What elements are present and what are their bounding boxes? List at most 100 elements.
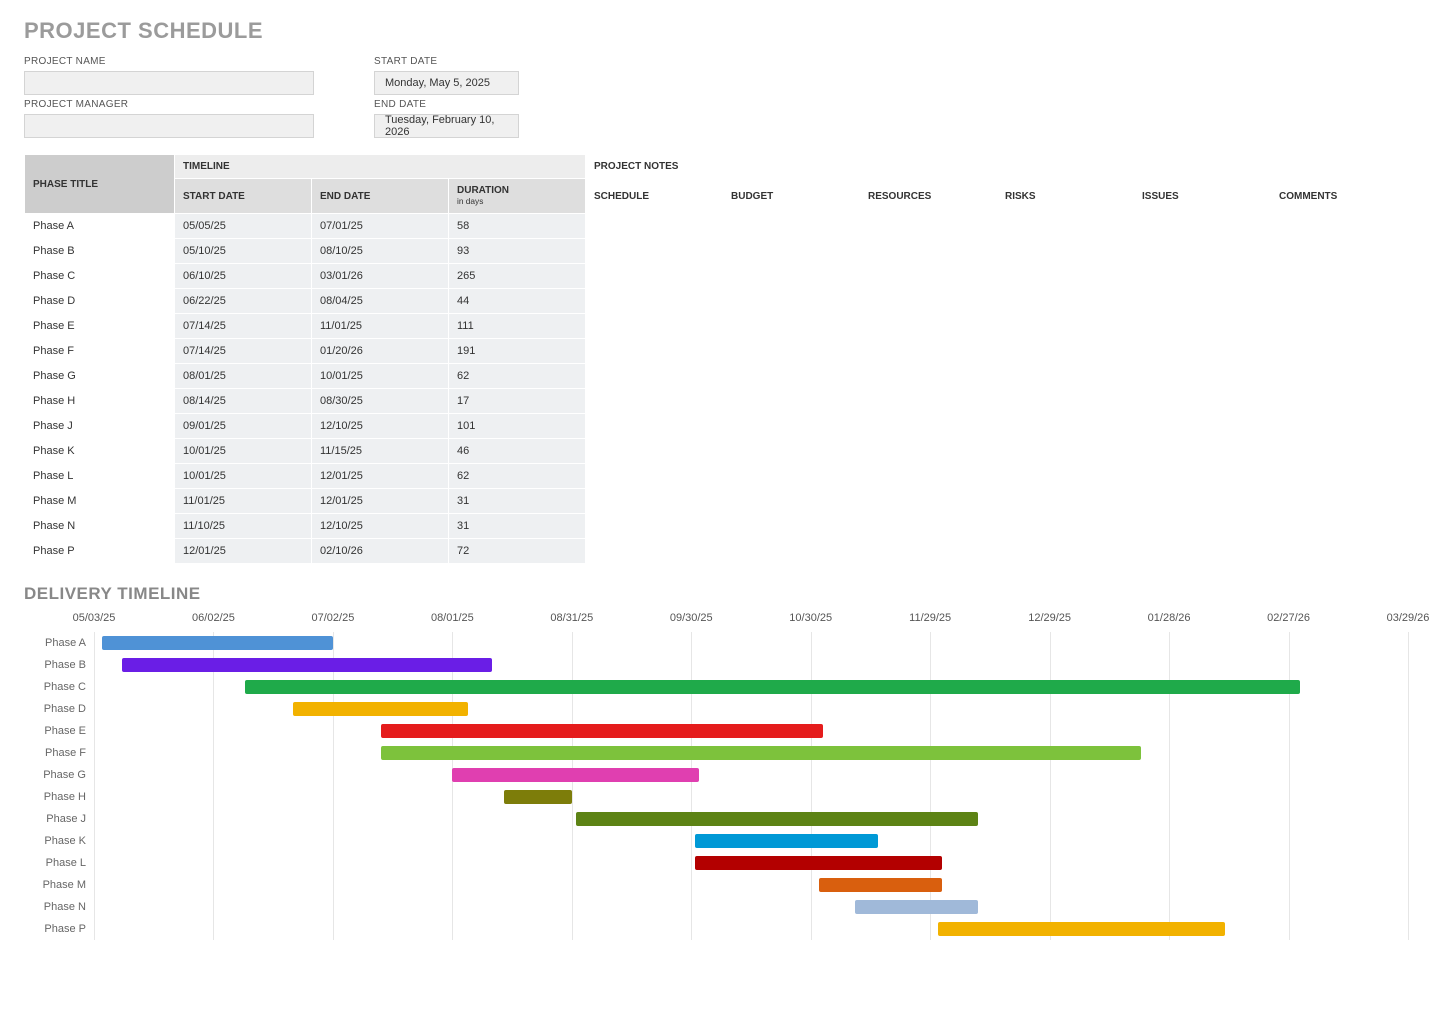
resources-cell[interactable] — [860, 539, 997, 564]
start-date-cell[interactable]: 07/14/25 — [175, 314, 312, 339]
start-date-cell[interactable]: 10/01/25 — [175, 439, 312, 464]
start-date-cell[interactable]: 05/05/25 — [175, 214, 312, 239]
start-date-cell[interactable]: 11/10/25 — [175, 514, 312, 539]
start-date-cell[interactable]: 07/14/25 — [175, 339, 312, 364]
schedule-cell[interactable] — [586, 289, 723, 314]
start-date-cell[interactable]: 10/01/25 — [175, 464, 312, 489]
issues-cell[interactable] — [1134, 214, 1271, 239]
budget-cell[interactable] — [723, 314, 860, 339]
schedule-cell[interactable] — [586, 539, 723, 564]
phase-title-cell[interactable]: Phase J — [25, 414, 175, 439]
comments-cell[interactable] — [1271, 264, 1408, 289]
comments-cell[interactable] — [1271, 289, 1408, 314]
schedule-cell[interactable] — [586, 514, 723, 539]
end-date-cell[interactable]: 12/10/25 — [312, 514, 449, 539]
schedule-cell[interactable] — [586, 439, 723, 464]
end-date-cell[interactable]: 12/01/25 — [312, 489, 449, 514]
end-date-input[interactable]: Tuesday, February 10, 2026 — [374, 114, 519, 138]
start-date-cell[interactable]: 06/22/25 — [175, 289, 312, 314]
issues-cell[interactable] — [1134, 239, 1271, 264]
issues-cell[interactable] — [1134, 339, 1271, 364]
budget-cell[interactable] — [723, 489, 860, 514]
risks-cell[interactable] — [997, 439, 1134, 464]
resources-cell[interactable] — [860, 314, 997, 339]
comments-cell[interactable] — [1271, 439, 1408, 464]
resources-cell[interactable] — [860, 339, 997, 364]
start-date-cell[interactable]: 06/10/25 — [175, 264, 312, 289]
end-date-cell[interactable]: 11/01/25 — [312, 314, 449, 339]
comments-cell[interactable] — [1271, 539, 1408, 564]
issues-cell[interactable] — [1134, 264, 1271, 289]
issues-cell[interactable] — [1134, 389, 1271, 414]
phase-title-cell[interactable]: Phase D — [25, 289, 175, 314]
budget-cell[interactable] — [723, 539, 860, 564]
risks-cell[interactable] — [997, 464, 1134, 489]
risks-cell[interactable] — [997, 264, 1134, 289]
budget-cell[interactable] — [723, 439, 860, 464]
project-manager-input[interactable] — [24, 114, 314, 138]
start-date-input[interactable]: Monday, May 5, 2025 — [374, 71, 519, 95]
comments-cell[interactable] — [1271, 414, 1408, 439]
phase-title-cell[interactable]: Phase A — [25, 214, 175, 239]
end-date-cell[interactable]: 02/10/26 — [312, 539, 449, 564]
risks-cell[interactable] — [997, 214, 1134, 239]
budget-cell[interactable] — [723, 214, 860, 239]
risks-cell[interactable] — [997, 364, 1134, 389]
comments-cell[interactable] — [1271, 514, 1408, 539]
resources-cell[interactable] — [860, 514, 997, 539]
budget-cell[interactable] — [723, 464, 860, 489]
phase-title-cell[interactable]: Phase E — [25, 314, 175, 339]
budget-cell[interactable] — [723, 239, 860, 264]
start-date-cell[interactable]: 08/14/25 — [175, 389, 312, 414]
phase-title-cell[interactable]: Phase H — [25, 389, 175, 414]
end-date-cell[interactable]: 08/30/25 — [312, 389, 449, 414]
phase-title-cell[interactable]: Phase F — [25, 339, 175, 364]
issues-cell[interactable] — [1134, 539, 1271, 564]
phase-title-cell[interactable]: Phase K — [25, 439, 175, 464]
budget-cell[interactable] — [723, 339, 860, 364]
risks-cell[interactable] — [997, 514, 1134, 539]
schedule-cell[interactable] — [586, 489, 723, 514]
resources-cell[interactable] — [860, 464, 997, 489]
end-date-cell[interactable]: 10/01/25 — [312, 364, 449, 389]
end-date-cell[interactable]: 12/10/25 — [312, 414, 449, 439]
schedule-cell[interactable] — [586, 389, 723, 414]
start-date-cell[interactable]: 08/01/25 — [175, 364, 312, 389]
comments-cell[interactable] — [1271, 214, 1408, 239]
budget-cell[interactable] — [723, 414, 860, 439]
budget-cell[interactable] — [723, 264, 860, 289]
budget-cell[interactable] — [723, 364, 860, 389]
end-date-cell[interactable]: 08/10/25 — [312, 239, 449, 264]
risks-cell[interactable] — [997, 339, 1134, 364]
risks-cell[interactable] — [997, 239, 1134, 264]
resources-cell[interactable] — [860, 489, 997, 514]
schedule-cell[interactable] — [586, 214, 723, 239]
resources-cell[interactable] — [860, 389, 997, 414]
budget-cell[interactable] — [723, 289, 860, 314]
issues-cell[interactable] — [1134, 439, 1271, 464]
risks-cell[interactable] — [997, 314, 1134, 339]
risks-cell[interactable] — [997, 389, 1134, 414]
schedule-cell[interactable] — [586, 339, 723, 364]
phase-title-cell[interactable]: Phase G — [25, 364, 175, 389]
schedule-cell[interactable] — [586, 464, 723, 489]
end-date-cell[interactable]: 12/01/25 — [312, 464, 449, 489]
start-date-cell[interactable]: 12/01/25 — [175, 539, 312, 564]
budget-cell[interactable] — [723, 514, 860, 539]
end-date-cell[interactable]: 08/04/25 — [312, 289, 449, 314]
project-name-input[interactable] — [24, 71, 314, 95]
issues-cell[interactable] — [1134, 514, 1271, 539]
risks-cell[interactable] — [997, 489, 1134, 514]
comments-cell[interactable] — [1271, 339, 1408, 364]
phase-title-cell[interactable]: Phase B — [25, 239, 175, 264]
issues-cell[interactable] — [1134, 464, 1271, 489]
phase-title-cell[interactable]: Phase C — [25, 264, 175, 289]
resources-cell[interactable] — [860, 364, 997, 389]
end-date-cell[interactable]: 11/15/25 — [312, 439, 449, 464]
issues-cell[interactable] — [1134, 489, 1271, 514]
comments-cell[interactable] — [1271, 364, 1408, 389]
schedule-cell[interactable] — [586, 414, 723, 439]
end-date-cell[interactable]: 07/01/25 — [312, 214, 449, 239]
resources-cell[interactable] — [860, 289, 997, 314]
comments-cell[interactable] — [1271, 314, 1408, 339]
